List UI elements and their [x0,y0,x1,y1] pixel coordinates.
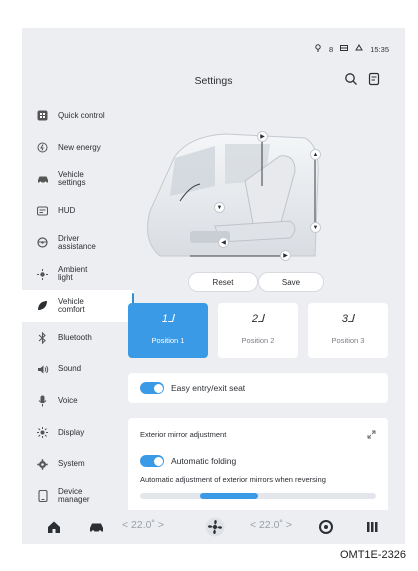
sidebar: Quick control New energy Vehicle setting… [22,100,134,512]
sidebar-item-label: Bluetooth [58,332,92,342]
device-icon [36,490,49,503]
sidebar-item-vehicle-comfort[interactable]: Vehicle comfort [22,290,134,322]
reset-button[interactable]: Reset [188,272,258,292]
headrest-down-handle[interactable]: ▼ [310,222,321,233]
seat-position-3-card[interactable]: 3⅃ Position 3 [308,303,388,358]
sidebar-item-label: HUD [58,205,76,215]
sidebar-item-bluetooth[interactable]: Bluetooth [22,322,134,354]
sidebar-item-quick-control[interactable]: Quick control [22,100,134,132]
expand-icon[interactable] [367,430,376,439]
position-label: Position 2 [241,336,275,345]
figure-code: OMT1E-2326 [339,549,406,561]
infotainment-screen: 8 15:35 Settings Quick control New energ… [22,28,405,544]
position-label: Position 1 [151,336,185,345]
sidebar-item-system[interactable]: System [22,449,134,481]
sidebar-item-label: Display [58,427,85,437]
lumbar-handle[interactable]: ▼ [214,202,225,213]
sidebar-item-display[interactable]: Display [22,417,134,449]
headrest-up-handle[interactable]: ▲ [310,149,321,160]
sidebar-item-driver-assistance[interactable]: Driver assistance [22,227,134,259]
sidebar-item-label: Ambient light [58,265,88,283]
car-icon[interactable] [89,520,103,534]
gear-icon [36,458,49,471]
easy-entry-toggle[interactable] [140,382,164,394]
speaker-icon [36,363,49,376]
sidebar-item-label: New energy [58,142,101,152]
signal-count: 8 [329,44,334,54]
new-energy-icon [36,141,49,154]
signal-icon [314,44,322,54]
sun-icon [36,426,49,439]
seat-slide-handle[interactable]: ▶ [280,250,291,261]
search-icon[interactable] [344,72,358,86]
steering-wheel-icon [36,236,49,249]
hud-icon [36,204,49,217]
sidebar-item-sound[interactable]: Sound [22,354,134,386]
sidebar-item-label: Device manager [58,487,90,505]
storage-icon [340,44,349,54]
sidebar-item-label: Quick control [58,110,105,120]
sidebar-item-ambient-light[interactable]: Ambient light [22,258,134,290]
apps-grid-icon[interactable] [366,520,380,534]
sidebar-item-label: Sound [58,364,82,374]
seat-height-handle[interactable]: ◀ [218,237,229,248]
bluetooth-icon [36,331,49,344]
ambient-light-icon [36,268,49,281]
quick-control-icon [36,109,49,122]
network-icon [355,44,364,54]
home-icon[interactable] [47,520,61,534]
sidebar-item-label: Vehicle settings [58,170,86,188]
save-button[interactable]: Save [258,272,324,292]
sidebar-item-label: Driver assistance [58,233,96,251]
auto-folding-toggle[interactable] [140,455,164,467]
fan-icon[interactable] [205,517,225,537]
auto-folding-label: Automatic folding [171,456,237,466]
backrest-tilt-handle[interactable]: ▶ [257,131,268,142]
comfort-leaf-icon [36,299,49,312]
clock: 15:35 [370,44,389,54]
sidebar-item-label: System [58,459,85,469]
seat-memory-icon: 1⅃ [161,313,175,325]
sidebar-item-voice[interactable]: Voice [22,385,134,417]
seat-adjustment-illustration: ◀ ▶ ▶ ▲ ▼ ▼ [130,116,328,268]
seat-memory-icon: 3⅃ [341,313,355,325]
left-temperature[interactable]: < 22.0˚ > [122,519,164,531]
reverse-adjust-label: Automatic adjustment of exterior mirrors… [140,475,326,484]
seat-position-1-card[interactable]: 1⅃ Position 1 [128,303,208,358]
position-number: 3 [341,313,348,325]
position-label: Position 3 [331,336,365,345]
easy-entry-label: Easy entry/exit seat [171,383,246,393]
position-number: 1 [161,313,168,325]
sidebar-item-label: Voice [58,396,78,406]
status-bar: 8 15:35 [314,44,389,54]
seat-position-2-card[interactable]: 2⅃ Position 2 [218,303,298,358]
sidebar-item-label: Vehicle comfort [58,296,85,314]
mirror-option-selector[interactable] [140,493,376,499]
seat-memory-icon: 2⅃ [251,313,265,325]
sidebar-item-vehicle-settings[interactable]: Vehicle settings [22,163,134,195]
bottom-dock: < 22.0˚ > < 22.0˚ > [22,510,405,544]
mirror-section-title: Exterior mirror adjustment [140,430,227,439]
sidebar-item-device-manager[interactable]: Device manager [22,480,134,512]
steering-heat-icon[interactable] [319,520,333,534]
right-temperature[interactable]: < 22.0˚ > [250,519,292,531]
sidebar-item-hud[interactable]: HUD [22,195,134,227]
car-icon [36,173,49,186]
microphone-icon [36,395,49,408]
sidebar-item-new-energy[interactable]: New energy [22,132,134,164]
position-number: 2 [251,313,258,325]
easy-entry-row: Easy entry/exit seat [128,373,388,403]
notes-icon[interactable] [367,72,381,86]
